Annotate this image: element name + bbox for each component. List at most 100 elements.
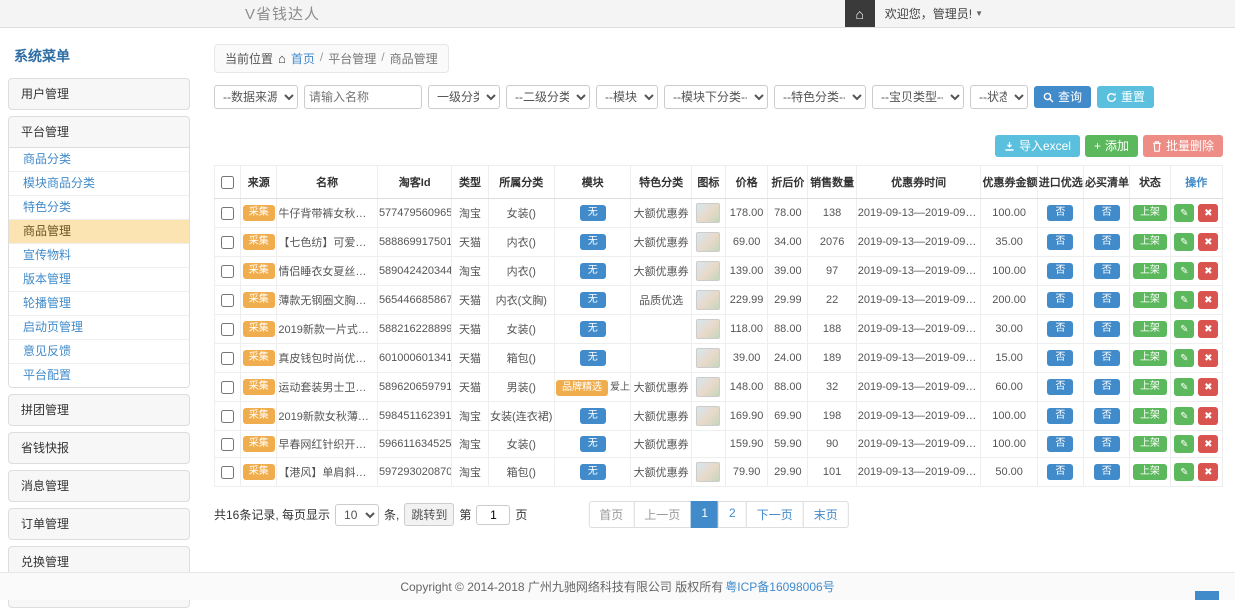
sidebar-item-11[interactable]: 平台配置: [9, 364, 189, 387]
page-size-select[interactable]: 10: [335, 504, 379, 526]
sidebar-item-14[interactable]: 消息管理: [9, 471, 189, 501]
delete-button[interactable]: ✖: [1198, 204, 1218, 222]
user-menu[interactable]: 欢迎您，管理员! ▼: [875, 5, 993, 22]
must-buy-toggle[interactable]: 否: [1094, 464, 1120, 480]
delete-button[interactable]: ✖: [1198, 378, 1218, 396]
import-select-toggle[interactable]: 否: [1047, 263, 1073, 279]
row-checkbox[interactable]: [221, 207, 234, 220]
page-button-1[interactable]: 上一页: [633, 501, 691, 528]
row-checkbox[interactable]: [221, 352, 234, 365]
import-select-toggle[interactable]: 否: [1047, 464, 1073, 480]
delete-button[interactable]: ✖: [1198, 262, 1218, 280]
filter-select-level1-category[interactable]: 一级分类: [428, 85, 500, 109]
import-select-toggle[interactable]: 否: [1047, 350, 1073, 366]
reset-button[interactable]: 重置: [1097, 86, 1154, 108]
delete-button[interactable]: ✖: [1198, 407, 1218, 425]
back-to-top-button[interactable]: [1195, 591, 1219, 600]
must-buy-toggle[interactable]: 否: [1094, 234, 1120, 250]
edit-button[interactable]: ✎: [1174, 233, 1194, 251]
search-button[interactable]: 查询: [1034, 86, 1091, 108]
filter-select-item-type[interactable]: --宝贝类型--: [872, 85, 964, 109]
import-select-toggle[interactable]: 否: [1047, 234, 1073, 250]
delete-button[interactable]: ✖: [1198, 435, 1218, 453]
edit-button[interactable]: ✎: [1174, 320, 1194, 338]
delete-button[interactable]: ✖: [1198, 233, 1218, 251]
sidebar-item-12[interactable]: 拼团管理: [9, 395, 189, 425]
sidebar-item-4[interactable]: 特色分类: [9, 196, 189, 220]
status-toggle[interactable]: 上架: [1133, 408, 1167, 424]
page-button-0[interactable]: 首页: [588, 501, 634, 528]
page-button-3[interactable]: 2: [718, 501, 747, 528]
status-toggle[interactable]: 上架: [1133, 436, 1167, 452]
filter-select-module[interactable]: --模块--: [596, 85, 658, 109]
select-all-checkbox[interactable]: [221, 176, 234, 189]
sidebar-item-7[interactable]: 版本管理: [9, 268, 189, 292]
row-checkbox[interactable]: [221, 466, 234, 479]
must-buy-toggle[interactable]: 否: [1094, 321, 1120, 337]
filter-select-data-source[interactable]: --数据来源--: [214, 85, 298, 109]
filter-select-status[interactable]: --状态--: [970, 85, 1028, 109]
must-buy-toggle[interactable]: 否: [1094, 379, 1120, 395]
status-toggle[interactable]: 上架: [1133, 350, 1167, 366]
import-select-toggle[interactable]: 否: [1047, 436, 1073, 452]
row-checkbox[interactable]: [221, 438, 234, 451]
filter-select-level2-category[interactable]: --二级分类--: [506, 85, 590, 109]
home-button[interactable]: ⌂: [845, 0, 875, 27]
status-toggle[interactable]: 上架: [1133, 234, 1167, 250]
delete-button[interactable]: ✖: [1198, 291, 1218, 309]
status-toggle[interactable]: 上架: [1133, 464, 1167, 480]
import-select-toggle[interactable]: 否: [1047, 321, 1073, 337]
import-select-toggle[interactable]: 否: [1047, 205, 1073, 221]
delete-button[interactable]: ✖: [1198, 463, 1218, 481]
jump-page-input[interactable]: [476, 505, 510, 525]
edit-button[interactable]: ✎: [1174, 407, 1194, 425]
filter-select-feature-category[interactable]: --特色分类--: [774, 85, 866, 109]
row-checkbox[interactable]: [221, 265, 234, 278]
status-toggle[interactable]: 上架: [1133, 292, 1167, 308]
edit-button[interactable]: ✎: [1174, 291, 1194, 309]
sidebar-item-2[interactable]: 商品分类: [9, 148, 189, 172]
status-toggle[interactable]: 上架: [1133, 263, 1167, 279]
breadcrumb-home-link[interactable]: 首页: [291, 50, 315, 67]
status-toggle[interactable]: 上架: [1133, 321, 1167, 337]
must-buy-toggle[interactable]: 否: [1094, 350, 1120, 366]
icp-link[interactable]: 粤ICP备16098006号: [725, 578, 834, 595]
row-checkbox[interactable]: [221, 410, 234, 423]
edit-button[interactable]: ✎: [1174, 262, 1194, 280]
sidebar-item-3[interactable]: 模块商品分类: [9, 172, 189, 196]
must-buy-toggle[interactable]: 否: [1094, 263, 1120, 279]
page-button-5[interactable]: 末页: [803, 501, 849, 528]
sidebar-item-13[interactable]: 省钱快报: [9, 433, 189, 463]
sidebar-item-8[interactable]: 轮播管理: [9, 292, 189, 316]
status-toggle[interactable]: 上架: [1133, 205, 1167, 221]
import-select-toggle[interactable]: 否: [1047, 292, 1073, 308]
sidebar-item-6[interactable]: 宣传物料: [9, 244, 189, 268]
jump-button[interactable]: 跳转到: [404, 503, 454, 526]
delete-button[interactable]: ✖: [1198, 320, 1218, 338]
sidebar-item-5[interactable]: 商品管理: [9, 220, 189, 244]
sidebar-item-1[interactable]: 平台管理: [9, 117, 189, 147]
sidebar-item-15[interactable]: 订单管理: [9, 509, 189, 539]
status-toggle[interactable]: 上架: [1133, 379, 1167, 395]
delete-button[interactable]: ✖: [1198, 349, 1218, 367]
page-button-4[interactable]: 下一页: [746, 501, 804, 528]
edit-button[interactable]: ✎: [1174, 378, 1194, 396]
filter-select-module-subcategory[interactable]: --模块下分类--: [664, 85, 768, 109]
sidebar-item-0[interactable]: 用户管理: [9, 79, 189, 109]
must-buy-toggle[interactable]: 否: [1094, 205, 1120, 221]
import-excel-button[interactable]: 导入excel: [995, 135, 1080, 157]
must-buy-toggle[interactable]: 否: [1094, 436, 1120, 452]
page-button-2[interactable]: 1: [690, 501, 719, 528]
name-filter-input[interactable]: [304, 85, 422, 109]
sidebar-item-9[interactable]: 启动页管理: [9, 316, 189, 340]
row-checkbox[interactable]: [221, 381, 234, 394]
import-select-toggle[interactable]: 否: [1047, 379, 1073, 395]
must-buy-toggle[interactable]: 否: [1094, 408, 1120, 424]
edit-button[interactable]: ✎: [1174, 463, 1194, 481]
sidebar-item-10[interactable]: 意见反馈: [9, 340, 189, 364]
edit-button[interactable]: ✎: [1174, 204, 1194, 222]
edit-button[interactable]: ✎: [1174, 349, 1194, 367]
edit-button[interactable]: ✎: [1174, 435, 1194, 453]
row-checkbox[interactable]: [221, 294, 234, 307]
row-checkbox[interactable]: [221, 323, 234, 336]
